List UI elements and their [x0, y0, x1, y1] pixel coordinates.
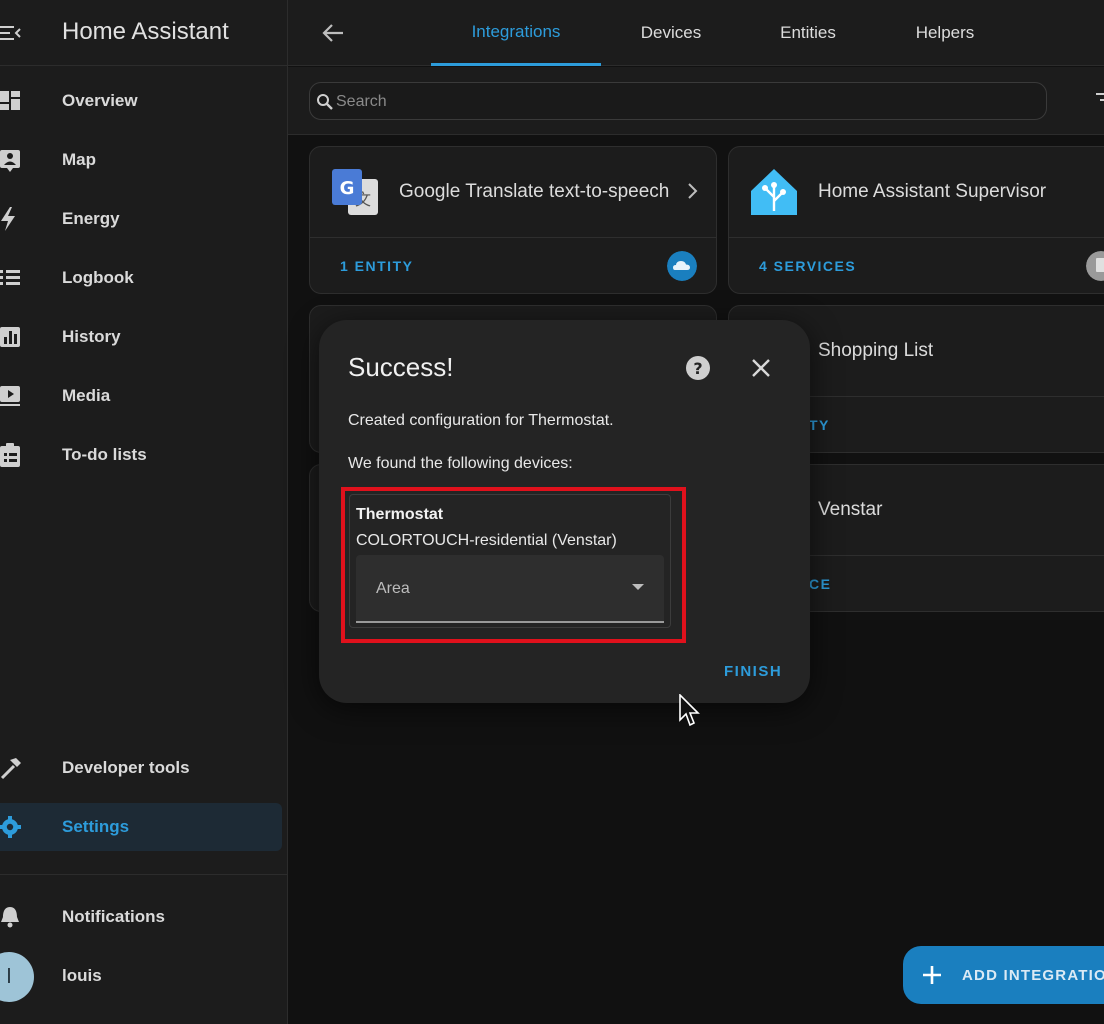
sidebar-item-logbook[interactable]: Logbook	[0, 254, 282, 302]
app-title: Home Assistant	[62, 18, 229, 45]
device-count-link[interactable]: CE	[809, 576, 831, 592]
lightning-icon	[1, 207, 15, 231]
sidebar-item-label: To-do lists	[62, 445, 147, 464]
card-header[interactable]: Home Assistant Supervisor	[729, 147, 1104, 237]
menu-open-icon[interactable]	[0, 22, 22, 44]
google-translate-logo-icon: 文 G	[332, 169, 378, 215]
card-title: Home Assistant Supervisor	[818, 181, 1047, 202]
device-entry: Thermostat COLORTOUCH-residential (Venst…	[349, 494, 671, 628]
sidebar-item-overview[interactable]: Overview	[0, 77, 282, 125]
sidebar-item-label: Settings	[62, 817, 130, 836]
sidebar-item-map[interactable]: Map	[0, 136, 282, 184]
entity-count-link[interactable]: TY	[809, 417, 830, 433]
sidebar-item-user[interactable]: louis	[0, 952, 282, 1000]
filter-icon[interactable]	[1096, 89, 1104, 109]
user-name: louis	[62, 966, 102, 985]
sidebar-item-settings[interactable]: Settings	[0, 803, 282, 851]
card-title: Shopping List	[818, 340, 934, 361]
help-circle-icon[interactable]: ?	[685, 355, 711, 381]
sidebar-item-label: Logbook	[62, 268, 134, 287]
sidebar-item-label: History	[62, 327, 121, 346]
mouse-cursor-icon	[679, 694, 700, 727]
tab-entities[interactable]: Entities	[741, 0, 875, 66]
card-footer: 1 ENTITY	[310, 237, 716, 293]
device-model: COLORTOUCH-residential (Venstar)	[356, 532, 617, 549]
search-input[interactable]	[334, 83, 1038, 121]
sidebar: Home Assistant Overview Map Energy Logbo…	[0, 0, 288, 1024]
entity-count-link[interactable]: 1 ENTITY	[340, 258, 413, 274]
tab-devices[interactable]: Devices	[601, 0, 741, 66]
close-icon[interactable]	[750, 357, 772, 379]
sidebar-item-label: Media	[62, 386, 111, 405]
integration-card-supervisor[interactable]: Home Assistant Supervisor 4 SERVICES	[728, 146, 1104, 294]
area-select-label: Area	[376, 580, 410, 597]
card-footer: 4 SERVICES	[729, 237, 1104, 293]
chevron-right-icon	[688, 183, 698, 199]
bell-icon	[1, 907, 19, 928]
map-person-icon	[0, 150, 20, 172]
sidebar-item-label: Overview	[62, 91, 138, 110]
area-select[interactable]: Area	[356, 555, 664, 623]
file-badge-icon	[1086, 251, 1104, 281]
sidebar-item-label: Map	[62, 150, 96, 169]
play-box-icon	[0, 386, 20, 406]
services-count-link[interactable]: 4 SERVICES	[759, 258, 856, 274]
sidebar-divider	[0, 874, 288, 875]
device-name: Thermostat	[356, 506, 444, 523]
sidebar-item-label: Developer tools	[62, 758, 190, 777]
dialog-message: Created configuration for Thermostat.	[348, 412, 614, 429]
integration-card-google-translate[interactable]: 文 G Google Translate text-to-speech 1 EN…	[309, 146, 717, 294]
hammer-icon	[0, 758, 21, 780]
success-dialog: Success! ? Created configuration for The…	[319, 320, 810, 703]
devices-heading: We found the following devices:	[348, 455, 573, 472]
sidebar-item-energy[interactable]: Energy	[0, 195, 282, 243]
search-bar	[288, 67, 1104, 135]
add-integration-button[interactable]: ADD INTEGRATION	[903, 946, 1104, 1004]
sidebar-header: Home Assistant	[0, 0, 288, 66]
sidebar-item-label: Energy	[62, 209, 120, 228]
caret-down-icon	[632, 584, 644, 590]
plus-icon	[923, 966, 941, 984]
list-icon	[0, 270, 20, 285]
search-icon	[317, 94, 333, 110]
svg-text:?: ?	[693, 359, 702, 378]
back-arrow-icon[interactable]	[321, 20, 347, 46]
top-bar: Integrations Devices Entities Helpers	[288, 0, 1104, 66]
add-integration-label: ADD INTEGRATION	[962, 967, 1104, 984]
chart-bar-icon	[0, 327, 20, 347]
search-box[interactable]	[309, 82, 1047, 121]
cloud-icon	[667, 251, 697, 281]
finish-button[interactable]: FINISH	[724, 663, 782, 680]
home-assistant-logo-icon	[751, 169, 797, 215]
sidebar-item-media[interactable]: Media	[0, 372, 282, 420]
card-title: Venstar	[818, 499, 883, 520]
sidebar-item-todo-lists[interactable]: To-do lists	[0, 431, 282, 479]
sidebar-item-developer-tools[interactable]: Developer tools	[0, 744, 282, 792]
sidebar-item-notifications[interactable]: Notifications	[0, 893, 282, 941]
card-title: Google Translate text-to-speech	[399, 181, 670, 202]
dashboard-icon	[0, 91, 20, 110]
tab-helpers[interactable]: Helpers	[875, 0, 1015, 66]
gear-icon	[0, 816, 21, 838]
svg-text:G: G	[340, 178, 355, 199]
card-header[interactable]: 文 G Google Translate text-to-speech	[310, 147, 716, 237]
dialog-title: Success!	[348, 352, 454, 382]
clipboard-list-icon	[0, 443, 20, 467]
sidebar-item-history[interactable]: History	[0, 313, 282, 361]
tab-integrations[interactable]: Integrations	[431, 0, 601, 66]
sidebar-item-label: Notifications	[62, 907, 165, 926]
